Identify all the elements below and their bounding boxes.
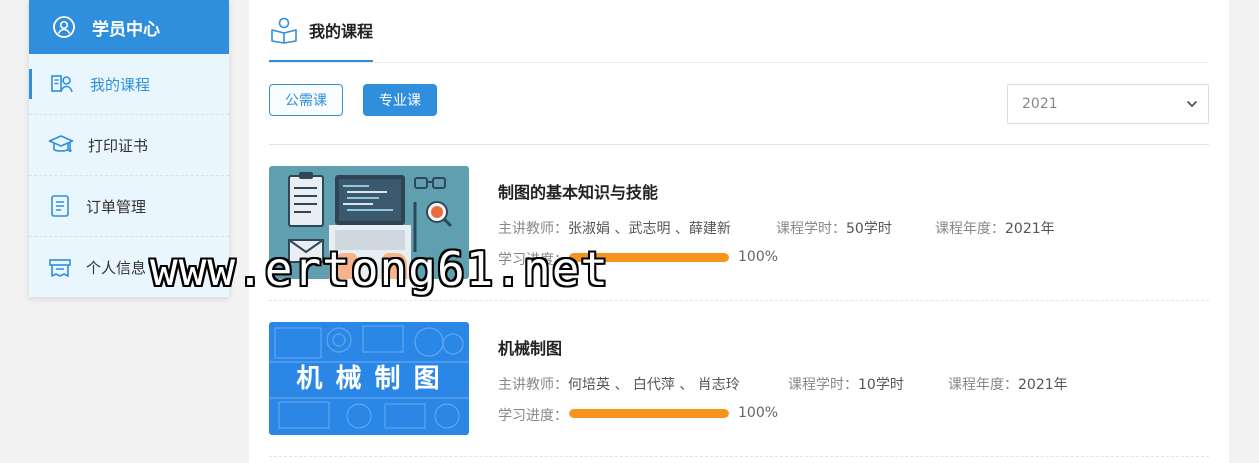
hours-label: 课程学时：: [788, 377, 858, 393]
sidebar-item-label: 我的课程: [90, 75, 151, 94]
year-label: 课程年度：: [948, 377, 1018, 393]
active-indicator: [29, 69, 32, 99]
coding-illustration-image: [269, 166, 469, 279]
progress-fill: [569, 253, 729, 262]
progress-fill: [569, 409, 729, 418]
course-hours: 课程学时：10学时: [788, 374, 904, 394]
course-hours: 课程学时：50学时: [776, 218, 892, 238]
sidebar: 学员中心 我的课程 打印证书 订单管理 个人信息: [29, 0, 229, 297]
course-title[interactable]: 制图的基本知识与技能: [498, 179, 658, 203]
sidebar-title: 学员中心: [92, 19, 160, 40]
year-value: 2021年: [1005, 221, 1055, 237]
course-teachers: 主讲教师：何培英 、 白代萍 、 肖志玲: [498, 374, 740, 394]
teachers-value: 张淑娟 、武志明 、薛建新: [568, 221, 731, 237]
hours-label: 课程学时：: [776, 221, 846, 237]
progress-bar: [569, 409, 729, 418]
sidebar-item-print-certificate[interactable]: 打印证书: [29, 115, 229, 176]
progress-percent: 100%: [738, 405, 779, 421]
course-year: 课程年度：2021年: [935, 218, 1055, 238]
sidebar-item-order-management[interactable]: 订单管理: [29, 176, 229, 237]
course-thumbnail[interactable]: [269, 166, 469, 279]
course-year: 课程年度：2021年: [948, 374, 1068, 394]
profile-card-icon: [49, 258, 71, 277]
hours-value: 50学时: [846, 221, 892, 237]
year-value: 2021年: [1018, 377, 1068, 393]
filter-divider: [269, 144, 1209, 145]
year-label: 课程年度：: [935, 221, 1005, 237]
course-title[interactable]: 机械制图: [498, 335, 562, 359]
graduation-cap-icon: [48, 135, 74, 153]
chevron-down-icon: [1186, 100, 1198, 108]
tab-my-courses[interactable]: 我的课程: [269, 0, 373, 62]
reading-person-icon: [271, 17, 297, 44]
thumbnail-caption: 机 械 制 图: [296, 364, 442, 394]
course-item: 机 械 制 图 机械制图 主讲教师：何培英 、 白代萍 、 肖志玲 课程学时：1…: [269, 322, 1209, 457]
public-course-filter-button[interactable]: 公需课: [269, 84, 343, 116]
course-icon: [51, 75, 73, 93]
user-circle-icon: [53, 16, 75, 38]
tab-label: 我的课程: [309, 22, 374, 41]
sidebar-item-personal-info[interactable]: 个人信息: [29, 237, 229, 298]
teachers-label: 主讲教师：: [498, 377, 568, 393]
progress-bar: [569, 253, 729, 262]
course-thumbnail[interactable]: 机 械 制 图: [269, 322, 469, 435]
main-panel: 我的课程 公需课 专业课 2021 制图的基本知识与技能 主讲教师：张淑娟 、武…: [249, 0, 1229, 463]
course-item: 制图的基本知识与技能 主讲教师：张淑娟 、武志明 、薛建新 课程学时：50学时 …: [269, 166, 1209, 301]
teachers-value: 何培英 、 白代萍 、 肖志玲: [568, 377, 740, 393]
progress-percent: 100%: [738, 249, 779, 265]
progress-label: 学习进度：: [498, 408, 568, 424]
sidebar-item-my-courses[interactable]: 我的课程: [29, 54, 229, 115]
sidebar-item-label: 个人信息: [86, 259, 147, 277]
document-icon: [51, 195, 69, 217]
progress-label: 学习进度：: [498, 252, 568, 268]
sidebar-header: 学员中心: [29, 0, 229, 54]
professional-course-filter-button[interactable]: 专业课: [363, 84, 437, 116]
teachers-label: 主讲教师：: [498, 221, 568, 237]
sidebar-item-label: 订单管理: [86, 197, 147, 216]
tab-divider: [269, 62, 1209, 63]
course-teachers: 主讲教师：张淑娟 、武志明 、薛建新: [498, 218, 731, 238]
year-select[interactable]: 2021: [1007, 84, 1209, 124]
sidebar-item-label: 打印证书: [88, 136, 149, 155]
hours-value: 10学时: [858, 377, 904, 393]
year-select-value: 2021: [1022, 96, 1058, 112]
